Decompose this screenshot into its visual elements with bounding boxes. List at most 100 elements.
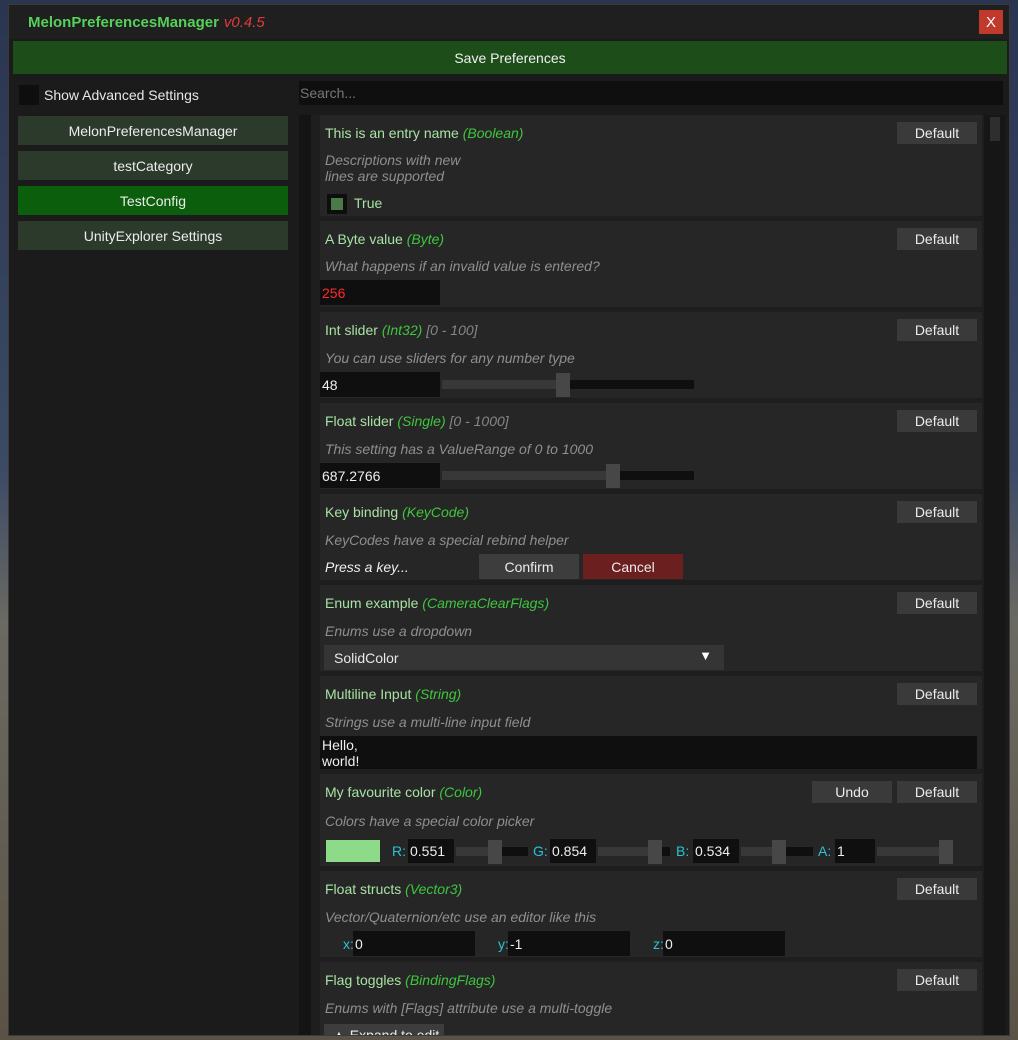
channel-g-handle[interactable] xyxy=(647,840,662,864)
app-title: MelonPreferencesManager xyxy=(28,13,219,31)
entry-color: My favourite color (Color) Undo Default … xyxy=(320,774,982,866)
entry-description: This setting has a ValueRange of 0 to 10… xyxy=(325,441,593,457)
entry-range: [0 - 1000] xyxy=(449,413,509,429)
category-melonpreferencesmanager[interactable]: MelonPreferencesManager xyxy=(18,116,288,145)
float-slider-fill xyxy=(442,471,616,480)
entry-type: Vector3 xyxy=(409,881,458,897)
entry-name: Multiline Input xyxy=(325,686,412,702)
dropdown-arrow-icon: ▼ xyxy=(699,648,712,663)
panel-gutter xyxy=(299,115,311,1035)
entry-description: Colors have a special color picker xyxy=(325,813,535,829)
color-swatch[interactable] xyxy=(326,840,380,862)
channel-b-handle[interactable] xyxy=(771,840,786,864)
entry-flags: Flag toggles (BindingFlags) Default Enum… xyxy=(320,962,982,1035)
entry-int-slider: Int slider (Int32) [0 - 100] Default You… xyxy=(320,312,982,398)
channel-g-input[interactable]: 0.854 xyxy=(550,839,596,863)
bool-value-label: True xyxy=(354,195,383,211)
int-slider-handle[interactable] xyxy=(556,373,571,397)
entry-name: Float slider xyxy=(325,413,394,429)
default-button[interactable]: Default xyxy=(897,781,977,803)
byte-input[interactable]: 256 xyxy=(320,280,440,305)
rebind-prompt: Press a key... xyxy=(325,559,409,575)
entry-title: Enum example (CameraClearFlags) xyxy=(325,595,550,611)
entry-enum: Enum example (CameraClearFlags) Default … xyxy=(320,585,982,671)
checkmark-icon xyxy=(331,198,343,210)
input-line: world! xyxy=(322,753,360,769)
show-advanced-toggle[interactable]: Show Advanced Settings xyxy=(19,84,199,106)
float-value-input[interactable]: 687.2766 xyxy=(320,463,440,488)
channel-r-label: R: xyxy=(392,843,406,859)
entry-description: What happens if an invalid value is ente… xyxy=(325,258,600,274)
confirm-button[interactable]: Confirm xyxy=(479,554,579,579)
default-button[interactable]: Default xyxy=(897,592,977,614)
default-button[interactable]: Default xyxy=(897,683,977,705)
default-button[interactable]: Default xyxy=(897,410,977,432)
entry-name: Enum example xyxy=(325,595,419,611)
entry-type: KeyCode xyxy=(406,504,465,520)
entry-description: You can use sliders for any number type xyxy=(325,350,575,366)
channel-a-label: A: xyxy=(818,843,832,859)
entry-title: Int slider (Int32) [0 - 100] xyxy=(325,322,478,338)
channel-r-input[interactable]: 0.551 xyxy=(408,839,454,863)
bool-checkbox[interactable] xyxy=(327,194,347,214)
entry-description: Strings use a multi-line input field xyxy=(325,714,531,730)
vertical-scrollbar[interactable] xyxy=(984,115,1006,1035)
entry-description: KeyCodes have a special rebind helper xyxy=(325,532,569,548)
default-button[interactable]: Default xyxy=(897,228,977,250)
entry-name: Key binding xyxy=(325,504,399,520)
vector-z-input[interactable]: 0 xyxy=(663,931,785,956)
save-preferences-button[interactable]: Save Preferences xyxy=(13,41,1007,74)
vector-y-input[interactable]: -1 xyxy=(508,931,630,956)
entry-type: BindingFlags xyxy=(409,972,491,988)
entry-title: Key binding (KeyCode) xyxy=(325,504,469,520)
entry-float-slider: Float slider (Single) [0 - 1000] Default… xyxy=(320,403,982,489)
channel-g-label: G: xyxy=(533,843,548,859)
channel-a-handle[interactable] xyxy=(939,840,953,864)
preferences-window: MelonPreferencesManager v0.4.5 X Save Pr… xyxy=(8,4,1010,1036)
float-slider-track[interactable] xyxy=(442,471,694,480)
entry-type: Color xyxy=(444,784,478,800)
default-button[interactable]: Default xyxy=(897,122,977,144)
channel-b-input[interactable]: 0.534 xyxy=(693,839,739,863)
default-button[interactable]: Default xyxy=(897,878,977,900)
entry-type: Int32 xyxy=(386,322,418,338)
close-button[interactable]: X xyxy=(979,10,1003,34)
int-value-input[interactable]: 48 xyxy=(320,372,440,397)
entry-byte: A Byte value (Byte) Default What happens… xyxy=(320,221,982,307)
entry-type: String xyxy=(419,686,457,702)
cancel-button[interactable]: Cancel xyxy=(583,554,683,579)
channel-r-handle[interactable] xyxy=(487,840,502,864)
default-button[interactable]: Default xyxy=(897,501,977,523)
title-bar[interactable]: MelonPreferencesManager v0.4.5 X xyxy=(9,5,1009,39)
entry-name: Flag toggles xyxy=(325,972,402,988)
entry-description: Descriptions with new lines are supporte… xyxy=(325,152,460,184)
vector-x-input[interactable]: 0 xyxy=(353,931,475,956)
scrollbar-thumb[interactable] xyxy=(990,117,1000,141)
undo-button[interactable]: Undo xyxy=(812,781,892,803)
multiline-input[interactable]: Hello, world! xyxy=(320,736,977,769)
entry-name: My favourite color xyxy=(325,784,436,800)
show-advanced-label: Show Advanced Settings xyxy=(44,87,199,103)
default-button[interactable]: Default xyxy=(897,969,977,991)
entry-type: CameraClearFlags xyxy=(426,595,545,611)
default-button[interactable]: Default xyxy=(897,319,977,341)
entry-boolean: This is an entry name (Boolean) Default … xyxy=(320,115,982,216)
entry-range: [0 - 100] xyxy=(426,322,478,338)
category-testcategory[interactable]: testCategory xyxy=(18,151,288,180)
search-input[interactable]: Search... xyxy=(299,81,1003,105)
enum-dropdown[interactable]: SolidColor ▼ xyxy=(324,645,724,670)
category-testconfig[interactable]: TestConfig xyxy=(18,186,288,215)
description-line: Descriptions with new xyxy=(325,152,461,168)
category-unityexplorer-settings[interactable]: UnityExplorer Settings xyxy=(18,221,288,250)
float-slider-handle[interactable] xyxy=(605,464,620,488)
entry-vector: Float structs (Vector3) Default Vector/Q… xyxy=(320,871,982,957)
entry-title: This is an entry name (Boolean) xyxy=(325,125,524,141)
int-slider-fill xyxy=(442,380,563,389)
show-advanced-checkbox[interactable] xyxy=(19,85,39,105)
entries-panel: This is an entry name (Boolean) Default … xyxy=(299,115,1007,1035)
channel-b-label: B: xyxy=(676,843,690,859)
channel-a-input[interactable]: 1 xyxy=(835,839,875,863)
dropdown-value: SolidColor xyxy=(334,649,399,666)
entry-name: This is an entry name xyxy=(325,125,459,141)
expand-to-edit-button[interactable]: ▲ Expand to edit xyxy=(324,1024,444,1035)
